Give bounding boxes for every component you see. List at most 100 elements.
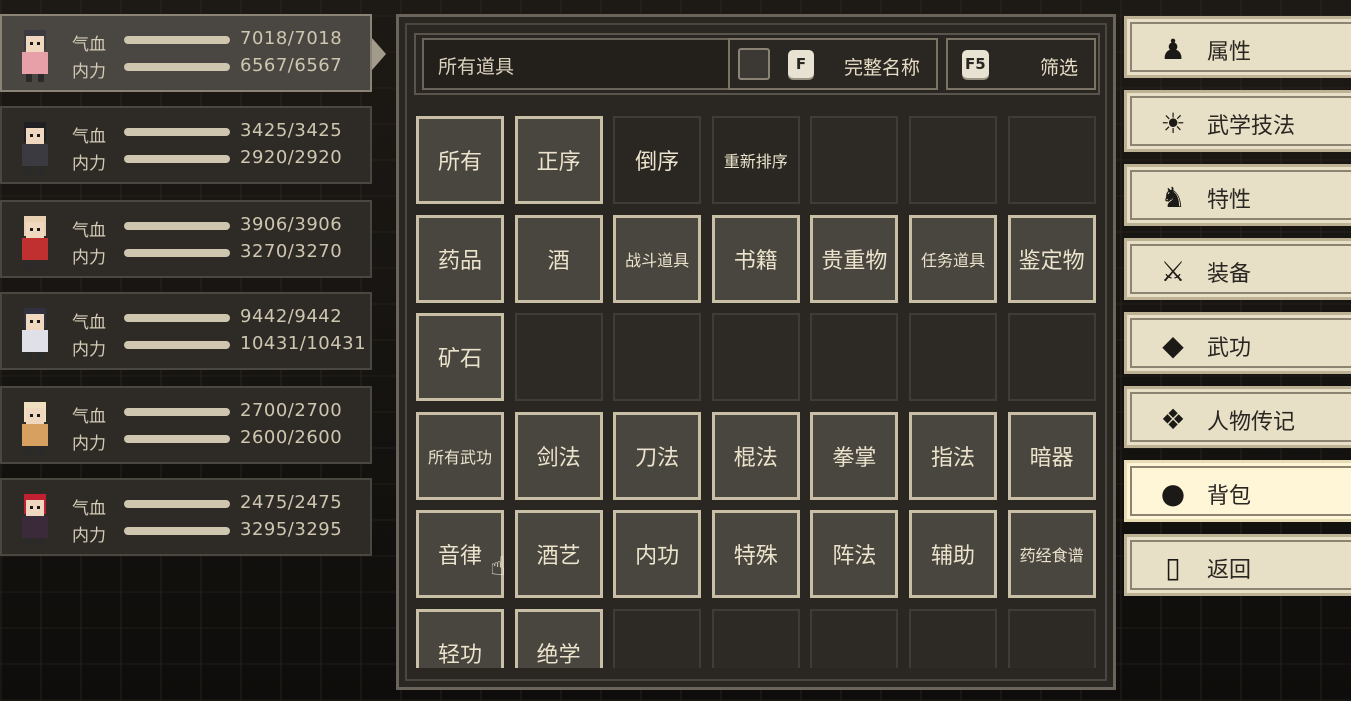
category-button[interactable]: 所有 <box>416 116 504 204</box>
menu-item[interactable]: ☀ 武学技法 <box>1124 90 1351 152</box>
category-button[interactable]: 拳掌 <box>810 411 899 500</box>
party-member-card[interactable]: 气血 2475/2475 内力 3295/3295 <box>0 478 372 556</box>
hp-bar <box>124 36 230 44</box>
martial-skill-icon: ☀ <box>1160 106 1186 140</box>
category-button[interactable]: 正序 <box>514 116 603 204</box>
hp-label: 气血 <box>72 313 106 333</box>
category-button[interactable]: 辅助 <box>909 510 997 599</box>
hp-stat: 气血 2475/2475 <box>72 492 372 519</box>
party-member-card[interactable]: 气血 2700/2700 内力 2600/2600 <box>0 386 372 464</box>
item-category-field[interactable]: 所有道具 <box>422 38 732 90</box>
hp-value: 7018/7018 <box>240 28 343 49</box>
mp-stat: 内力 3270/3270 <box>72 241 372 268</box>
full-name-checkbox[interactable] <box>738 48 770 80</box>
empty-slot <box>1007 609 1096 668</box>
mp-value: 6567/6567 <box>240 55 343 76</box>
bag-icon: ● <box>1160 476 1186 510</box>
hp-bar <box>124 500 230 508</box>
hp-label: 气血 <box>72 127 106 147</box>
menu-item[interactable]: ♞ 特性 <box>1124 164 1351 226</box>
mp-label: 内力 <box>72 434 106 454</box>
character-portrait-icon <box>22 216 48 268</box>
empty-slot <box>909 609 997 668</box>
empty-slot <box>909 116 997 204</box>
hp-bar <box>124 128 230 136</box>
party-member-card[interactable]: 气血 3425/3425 内力 2920/2920 <box>0 106 372 184</box>
menu-item-label: 背包 <box>1207 484 1252 509</box>
empty-slot <box>909 313 997 402</box>
hp-stat: 气血 7018/7018 <box>72 28 372 55</box>
category-button[interactable]: 重新排序 <box>711 116 800 204</box>
character-portrait-icon <box>22 402 48 454</box>
empty-slot <box>1007 116 1096 204</box>
filter-button[interactable]: F5 筛选 <box>946 38 1096 90</box>
category-button[interactable]: 鉴定物 <box>1007 214 1096 303</box>
mp-bar <box>124 527 230 535</box>
menu-item-label: 装备 <box>1207 262 1252 287</box>
menu-item-label: 武学技法 <box>1207 114 1296 139</box>
menu-item[interactable]: ● 背包 <box>1124 460 1351 522</box>
mp-bar <box>124 341 230 349</box>
hp-label: 气血 <box>72 499 106 519</box>
category-grid: 所有 正序 倒序 重新排序药品酒战斗道具 书籍 贵重物 任务道具 鉴定物矿石所有武功 剑法 刀法棍… <box>416 116 1100 668</box>
party-member-card[interactable]: 气血 9442/9442 内力 10431/10431 <box>0 292 372 370</box>
empty-slot <box>810 609 899 668</box>
full-name-label: 完整名称 <box>844 57 921 79</box>
hp-stat: 气血 3906/3906 <box>72 214 372 241</box>
category-button[interactable]: 绝学 <box>514 609 603 668</box>
mp-label: 内力 <box>72 62 106 82</box>
hp-stat: 气血 2700/2700 <box>72 400 372 427</box>
category-button[interactable]: 棍法 <box>711 411 800 500</box>
party-member-card[interactable]: 气血 3906/3906 内力 3270/3270 <box>0 200 372 278</box>
category-button[interactable]: 特殊 <box>711 510 800 599</box>
category-button[interactable]: 指法 <box>909 411 997 500</box>
mp-stat: 内力 2600/2600 <box>72 427 372 454</box>
party-member-card[interactable]: 气血 7018/7018 内力 6567/6567 <box>0 14 386 92</box>
category-button[interactable]: 内功 <box>613 510 702 599</box>
full-name-toggle[interactable]: F 完整名称 <box>728 38 938 90</box>
empty-slot <box>810 116 899 204</box>
category-button[interactable]: 所有武功 <box>416 411 504 500</box>
character-portrait-icon <box>22 308 48 360</box>
mp-value: 10431/10431 <box>240 333 367 354</box>
category-button[interactable]: 倒序 <box>613 116 702 204</box>
category-button[interactable]: 矿石 <box>416 313 504 402</box>
menu-item[interactable]: ⚔ 装备 <box>1124 238 1351 300</box>
menu-item-label: 人物传记 <box>1207 410 1296 435</box>
hp-label: 气血 <box>72 221 106 241</box>
menu-item[interactable]: ❖ 人物传记 <box>1124 386 1351 448</box>
menu-item-label: 返回 <box>1207 558 1252 583</box>
hp-value: 9442/9442 <box>240 306 343 327</box>
filter-label: 筛选 <box>1040 57 1079 79</box>
category-button[interactable]: 暗器 <box>1007 411 1096 500</box>
menu-item-label: 特性 <box>1207 188 1252 213</box>
empty-slot <box>711 609 800 668</box>
category-button[interactable]: 阵法 <box>810 510 899 599</box>
menu-item[interactable]: ◆ 武功 <box>1124 312 1351 374</box>
category-button[interactable]: 酒 <box>514 214 603 303</box>
category-button[interactable]: 任务道具 <box>909 214 997 303</box>
mp-label: 内力 <box>72 526 106 546</box>
hp-label: 气血 <box>72 35 106 55</box>
menu-item[interactable]: ▯ 返回 <box>1124 534 1351 596</box>
category-button[interactable]: 贵重物 <box>810 214 899 303</box>
category-button[interactable]: 轻功 <box>416 609 504 668</box>
hp-value: 2700/2700 <box>240 400 343 421</box>
person-icon: ♟ <box>1160 32 1186 66</box>
category-button[interactable]: 书籍 <box>711 214 800 303</box>
category-button[interactable]: 刀法 <box>613 411 702 500</box>
category-button[interactable]: 药经食谱 <box>1007 510 1096 599</box>
hand-cursor-icon: ☝ <box>490 552 506 582</box>
category-button[interactable]: 剑法 <box>514 411 603 500</box>
category-button[interactable]: 药品 <box>416 214 504 303</box>
menu-item-label: 武功 <box>1207 336 1252 361</box>
mp-value: 2920/2920 <box>240 147 343 168</box>
empty-slot <box>613 609 702 668</box>
hp-value: 3906/3906 <box>240 214 343 235</box>
hp-value: 3425/3425 <box>240 120 343 141</box>
mp-stat: 内力 10431/10431 <box>72 333 372 360</box>
category-button[interactable]: 酒艺 <box>514 510 603 599</box>
hp-bar <box>124 222 230 230</box>
menu-item[interactable]: ♟ 属性 <box>1124 16 1351 78</box>
category-button[interactable]: 战斗道具 <box>613 214 702 303</box>
